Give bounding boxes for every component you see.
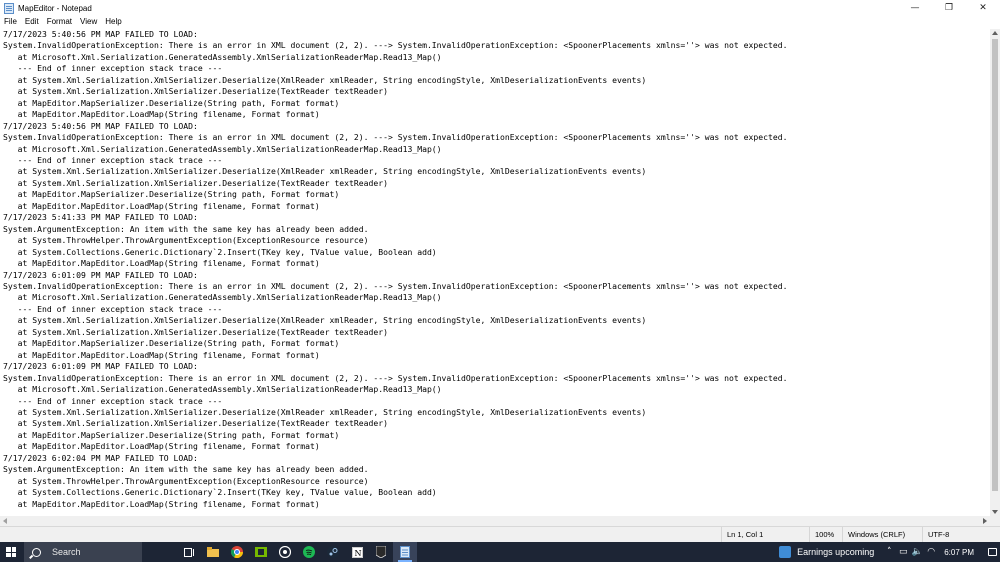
text-line: System.InvalidOperationException: There … <box>3 372 788 383</box>
text-line: at System.ThrowHelper.ThrowArgumentExcep… <box>3 235 369 246</box>
taskbar-search[interactable]: Search <box>24 542 142 562</box>
text-line: at MapEditor.MapEditor.LoadMap(String fi… <box>3 498 320 509</box>
window-title: MapEditor - Notepad <box>18 3 92 13</box>
text-line: at System.ThrowHelper.ThrowArgumentExcep… <box>3 475 369 486</box>
text-line: at System.Xml.Serialization.XmlSerialize… <box>3 166 647 177</box>
epic-games-icon[interactable] <box>369 542 393 562</box>
file-explorer-icon[interactable] <box>201 542 225 562</box>
menu-format[interactable]: Format <box>43 16 76 28</box>
notion-icon[interactable]: N <box>345 542 369 562</box>
text-line: at MapEditor.MapEditor.LoadMap(String fi… <box>3 349 320 360</box>
scroll-up-arrow-icon[interactable] <box>992 31 998 35</box>
text-line: at System.Collections.Generic.Dictionary… <box>3 487 437 498</box>
search-icon <box>32 547 41 557</box>
line-ending: Windows (CRLF) <box>842 527 922 542</box>
restore-button[interactable]: ❐ <box>932 0 966 16</box>
chrome-icon[interactable] <box>225 542 249 562</box>
text-line: at MapEditor.MapSerializer.Deserialize(S… <box>3 97 340 108</box>
text-line: at MapEditor.MapSerializer.Deserialize(S… <box>3 189 340 200</box>
menu-help[interactable]: Help <box>101 16 125 28</box>
github-icon[interactable] <box>273 542 297 562</box>
text-line: at System.Xml.Serialization.XmlSerialize… <box>3 86 388 97</box>
text-line: at MapEditor.MapEditor.LoadMap(String fi… <box>3 258 320 269</box>
text-line: at Microsoft.Xml.Serialization.Generated… <box>3 292 442 303</box>
text-line: 7/17/2023 6:01:09 PM MAP FAILED TO LOAD: <box>3 269 198 280</box>
text-line: --- End of inner exception stack trace -… <box>3 395 223 406</box>
speaker-icon[interactable]: 🔈 <box>910 547 924 557</box>
editor-content[interactable]: 7/17/2023 5:40:56 PM MAP FAILED TO LOAD:… <box>0 29 990 510</box>
steam-icon[interactable] <box>321 542 345 562</box>
horizontal-scrollbar[interactable] <box>0 516 990 526</box>
menu-file[interactable]: File <box>0 16 21 28</box>
scrollbar-corner <box>990 516 1000 526</box>
text-line: at System.Xml.Serialization.XmlSerialize… <box>3 406 647 417</box>
text-line: 7/17/2023 6:02:04 PM MAP FAILED TO LOAD: <box>3 452 198 463</box>
minimize-button[interactable]: — <box>898 0 932 16</box>
notification-button[interactable] <box>984 542 1000 562</box>
cursor-position: Ln 1, Col 1 <box>721 527 809 542</box>
notepad-app-icon <box>4 2 14 14</box>
menu-edit[interactable]: Edit <box>21 16 43 28</box>
windows-logo-icon <box>6 547 16 557</box>
text-line: 7/17/2023 6:01:09 PM MAP FAILED TO LOAD: <box>3 361 198 372</box>
text-line: 7/17/2023 5:40:56 PM MAP FAILED TO LOAD: <box>3 29 198 39</box>
close-button[interactable]: ✕ <box>966 0 1000 16</box>
notification-icon <box>987 548 997 556</box>
text-line: at Microsoft.Xml.Serialization.Generated… <box>3 51 442 62</box>
text-editor[interactable]: 7/17/2023 5:40:56 PM MAP FAILED TO LOAD:… <box>0 29 990 516</box>
text-line: --- End of inner exception stack trace -… <box>3 154 223 165</box>
svg-text:N: N <box>354 549 361 558</box>
text-line: at MapEditor.MapSerializer.Deserialize(S… <box>3 429 340 440</box>
scroll-down-arrow-icon[interactable] <box>992 510 998 514</box>
zoom-level: 100% <box>809 527 842 542</box>
text-line: at MapEditor.MapSerializer.Deserialize(S… <box>3 338 340 349</box>
clock[interactable]: 6:07 PM <box>944 548 974 557</box>
text-line: System.InvalidOperationException: There … <box>3 40 788 51</box>
text-line: at System.Xml.Serialization.XmlSerialize… <box>3 326 388 337</box>
taskbar: Search N Earnings upcoming ˄ ▭ 🔈 ◠ 6:07 … <box>0 542 1000 562</box>
text-line: at MapEditor.MapEditor.LoadMap(String fi… <box>3 441 320 452</box>
text-line: at System.Xml.Serialization.XmlSerialize… <box>3 74 647 85</box>
system-tray: Earnings upcoming ˄ ▭ 🔈 ◠ 6:07 PM <box>779 542 1000 562</box>
news-label: Earnings upcoming <box>797 547 875 557</box>
title-bar[interactable]: MapEditor - Notepad — ❐ ✕ <box>0 0 1000 16</box>
text-line: --- End of inner exception stack trace -… <box>3 303 223 314</box>
text-line: at System.Xml.Serialization.XmlSerialize… <box>3 315 647 326</box>
vertical-scroll-thumb[interactable] <box>992 39 998 491</box>
text-line: at System.Xml.Serialization.XmlSerialize… <box>3 177 388 188</box>
text-line: System.ArgumentException: An item with t… <box>3 464 369 475</box>
spotify-icon[interactable] <box>297 542 321 562</box>
text-line: at System.Xml.Serialization.XmlSerialize… <box>3 418 388 429</box>
menu-bar: File Edit Format View Help <box>0 16 1000 28</box>
text-line: --- End of inner exception stack trace -… <box>3 63 223 74</box>
status-bar: Ln 1, Col 1 100% Windows (CRLF) UTF-8 <box>0 526 1000 542</box>
scroll-left-arrow-icon[interactable] <box>3 518 7 524</box>
news-icon <box>779 546 792 558</box>
text-line: 7/17/2023 5:41:33 PM MAP FAILED TO LOAD: <box>3 212 198 223</box>
task-view-icon[interactable] <box>177 542 201 562</box>
search-label: Search <box>52 547 81 557</box>
text-line: System.InvalidOperationException: There … <box>3 280 788 291</box>
text-line: at System.Collections.Generic.Dictionary… <box>3 246 437 257</box>
menu-view[interactable]: View <box>76 16 101 28</box>
network-icon[interactable]: ◠ <box>924 547 938 557</box>
scroll-right-arrow-icon[interactable] <box>983 518 987 524</box>
text-line: System.ArgumentException: An item with t… <box>3 223 369 234</box>
encoding: UTF-8 <box>922 527 1000 542</box>
start-button[interactable] <box>0 542 22 562</box>
nvidia-icon[interactable] <box>249 542 273 562</box>
text-line: at MapEditor.MapEditor.LoadMap(String fi… <box>3 109 320 120</box>
news-widget[interactable]: Earnings upcoming <box>779 546 874 558</box>
vertical-scrollbar[interactable] <box>990 29 1000 516</box>
display-icon[interactable]: ▭ <box>896 547 910 557</box>
text-line: at MapEditor.MapEditor.LoadMap(String fi… <box>3 200 320 211</box>
pinned-apps: N <box>177 542 417 562</box>
text-line: 7/17/2023 5:40:56 PM MAP FAILED TO LOAD: <box>3 120 198 131</box>
text-line: at Microsoft.Xml.Serialization.Generated… <box>3 143 442 154</box>
text-line: System.InvalidOperationException: There … <box>3 132 788 143</box>
text-line: at Microsoft.Xml.Serialization.Generated… <box>3 384 442 395</box>
chevron-up-icon[interactable]: ˄ <box>882 547 896 557</box>
window-controls: — ❐ ✕ <box>898 0 1000 16</box>
notepad-icon[interactable] <box>393 542 417 562</box>
